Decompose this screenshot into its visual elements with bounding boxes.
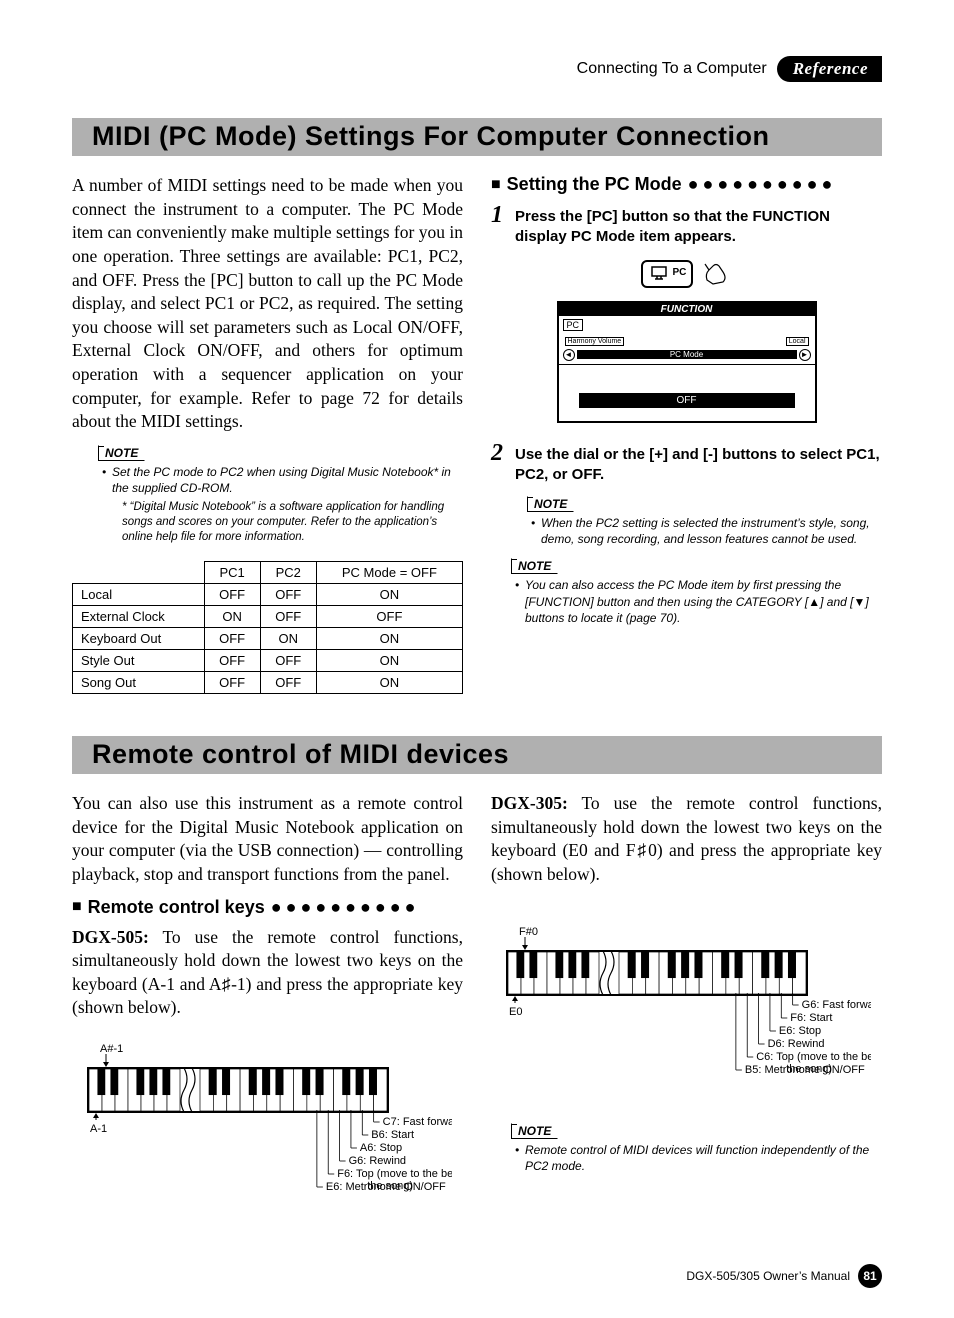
table-cell: ON bbox=[316, 628, 462, 650]
reference-badge: Reference bbox=[777, 56, 882, 82]
dotted-leader: ●●●●●●●●●● bbox=[271, 897, 420, 918]
table-row: Keyboard OutOFFONON bbox=[73, 628, 463, 650]
note-label: NOTE bbox=[527, 496, 574, 512]
table-cell: ON bbox=[316, 672, 462, 694]
svg-text:E6: Stop: E6: Stop bbox=[779, 1025, 821, 1037]
heading-setting-pc-mode: ■ Setting the PC Mode ●●●●●●●●●● bbox=[491, 174, 882, 195]
page-header: Connecting To a Computer Reference bbox=[72, 56, 882, 82]
section-title-remote: Remote control of MIDI devices bbox=[72, 736, 882, 774]
lcd-function-title: FUNCTION bbox=[559, 303, 815, 316]
table-cell: OFF bbox=[204, 672, 260, 694]
svg-text:A#-1: A#-1 bbox=[100, 1043, 123, 1055]
svg-text:B6: Start: B6: Start bbox=[371, 1129, 414, 1141]
svg-text:G6: Fast forward: G6: Fast forward bbox=[802, 999, 871, 1011]
table-cell: Keyboard Out bbox=[73, 628, 205, 650]
svg-text:G6: Rewind: G6: Rewind bbox=[349, 1155, 406, 1167]
table-cell: OFF bbox=[204, 650, 260, 672]
table-header: PC1 bbox=[204, 562, 260, 584]
svg-text:E6: Metronome ON/OFF: E6: Metronome ON/OFF bbox=[326, 1181, 446, 1193]
table-cell: ON bbox=[260, 628, 316, 650]
table-cell: OFF bbox=[316, 606, 462, 628]
step-text: Use the dial or the [+] and [-] buttons … bbox=[515, 441, 882, 486]
step-number: 2 bbox=[491, 441, 509, 465]
keyboard-figure-305: F#0 E0 G6: Fast forwardF6: StartE6: StopD6… bbox=[491, 923, 882, 1098]
lcd-pc-indicator: PC bbox=[563, 319, 584, 331]
table-header: PC2 bbox=[260, 562, 316, 584]
dgx305-text: DGX-305: To use the remote control funct… bbox=[491, 792, 882, 887]
manual-title: DGX-505/305 Owner’s Manual bbox=[686, 1269, 850, 1283]
step-2: 2 Use the dial or the [+] and [-] button… bbox=[491, 441, 882, 486]
page-number: 81 bbox=[858, 1264, 882, 1288]
table-row: LocalOFFOFFON bbox=[73, 584, 463, 606]
step-1: 1 Press the [PC] button so that the FUNC… bbox=[491, 203, 882, 248]
pc-mode-settings-table: PC1 PC2 PC Mode = OFF LocalOFFOFFONExter… bbox=[72, 561, 463, 694]
table-row: External ClockONOFFOFF bbox=[73, 606, 463, 628]
svg-text:B5: Metronome ON/OFF: B5: Metronome ON/OFF bbox=[745, 1064, 865, 1076]
table-cell: OFF bbox=[260, 672, 316, 694]
square-bullet-icon: ■ bbox=[491, 176, 501, 194]
svg-text:F#0: F#0 bbox=[519, 926, 538, 938]
table-header: PC Mode = OFF bbox=[316, 562, 462, 584]
lcd-harmony-volume: Harmony Volume bbox=[565, 337, 625, 346]
pc-button-label: PC bbox=[673, 267, 687, 278]
square-bullet-icon: ■ bbox=[72, 898, 82, 916]
svg-text:E0: E0 bbox=[509, 1006, 522, 1018]
header-section-name: Connecting To a Computer bbox=[577, 60, 767, 78]
table-cell: ON bbox=[204, 606, 260, 628]
table-row: Song OutOFFOFFON bbox=[73, 672, 463, 694]
note-remote-independent: NOTE Remote control of MIDI devices will… bbox=[511, 1122, 882, 1174]
table-cell: OFF bbox=[260, 606, 316, 628]
keyboard-figure-505: A#-1 A-1 C7: Fast forwardB6: StartA6: Stop… bbox=[72, 1040, 463, 1215]
svg-text:C7: Fast forward: C7: Fast forward bbox=[383, 1116, 452, 1128]
lcd-local: Local bbox=[786, 337, 809, 346]
svg-text:D6: Rewind: D6: Rewind bbox=[768, 1038, 825, 1050]
table-cell: OFF bbox=[260, 650, 316, 672]
section2-intro: You can also use this instrument as a re… bbox=[72, 792, 463, 887]
table-cell: Song Out bbox=[73, 672, 205, 694]
heading-remote-keys: ■ Remote control keys ●●●●●●●●●● bbox=[72, 897, 463, 918]
note-item: Remote control of MIDI devices will func… bbox=[525, 1142, 882, 1174]
note-label: NOTE bbox=[511, 558, 558, 574]
table-cell: Style Out bbox=[73, 650, 205, 672]
pointing-hand-icon bbox=[703, 258, 733, 291]
table-cell: OFF bbox=[204, 628, 260, 650]
lcd-mode-bar: PC Mode bbox=[577, 350, 797, 359]
table-cell: ON bbox=[316, 650, 462, 672]
monitor-icon bbox=[651, 266, 667, 280]
note-label: NOTE bbox=[98, 445, 145, 461]
note-label: NOTE bbox=[511, 1123, 558, 1139]
table-cell: Local bbox=[73, 584, 205, 606]
page-footer: DGX-505/305 Owner’s Manual 81 bbox=[686, 1264, 882, 1288]
svg-text:C6: Top (move to the beginning: C6: Top (move to the beginning of bbox=[756, 1051, 871, 1063]
table-cell: OFF bbox=[204, 584, 260, 606]
section1-intro: A number of MIDI settings need to be mad… bbox=[72, 174, 463, 434]
note-pc2-cdrom: NOTE Set the PC mode to PC2 when using D… bbox=[98, 444, 463, 545]
heading-text: Setting the PC Mode bbox=[507, 174, 682, 195]
step-number: 1 bbox=[491, 203, 509, 227]
note-subnote: * “Digital Music Notebook” is a software… bbox=[122, 500, 463, 545]
heading-text: Remote control keys bbox=[88, 897, 265, 918]
lcd-left-arrow-icon: ◄ bbox=[563, 349, 575, 361]
svg-text:A6: Stop: A6: Stop bbox=[360, 1142, 402, 1154]
table-cell: OFF bbox=[260, 584, 316, 606]
section-title-midi: MIDI (PC Mode) Settings For Computer Con… bbox=[72, 118, 882, 156]
dgx505-text: DGX-505: To use the remote control funct… bbox=[72, 926, 463, 1021]
pc-button-graphic: PC bbox=[641, 260, 693, 288]
note-item: Set the PC mode to PC2 when using Digita… bbox=[112, 464, 463, 496]
note-item: You can also access the PC Mode item by … bbox=[525, 577, 882, 626]
step-text: Press the [PC] button so that the FUNCTI… bbox=[515, 203, 882, 248]
table-cell: External Clock bbox=[73, 606, 205, 628]
svg-text:F6: Start: F6: Start bbox=[790, 1012, 832, 1024]
note-function-category: NOTE You can also access the PC Mode ite… bbox=[511, 557, 882, 626]
lcd-right-arrow-icon: ► bbox=[799, 349, 811, 361]
svg-text:A-1: A-1 bbox=[90, 1123, 107, 1135]
svg-text:F6: Top (move to the beginning: F6: Top (move to the beginning of bbox=[337, 1168, 452, 1180]
table-cell: ON bbox=[316, 584, 462, 606]
note-pc2-restrictions: NOTE When the PC2 setting is selected th… bbox=[527, 495, 882, 547]
note-item: When the PC2 setting is selected the ins… bbox=[541, 515, 882, 547]
dotted-leader: ●●●●●●●●●● bbox=[688, 174, 837, 195]
lcd-figure: PC FUNCTION PC Harmony Volume Local bbox=[557, 258, 817, 423]
lcd-off-value: OFF bbox=[579, 393, 795, 408]
table-row: Style OutOFFOFFON bbox=[73, 650, 463, 672]
